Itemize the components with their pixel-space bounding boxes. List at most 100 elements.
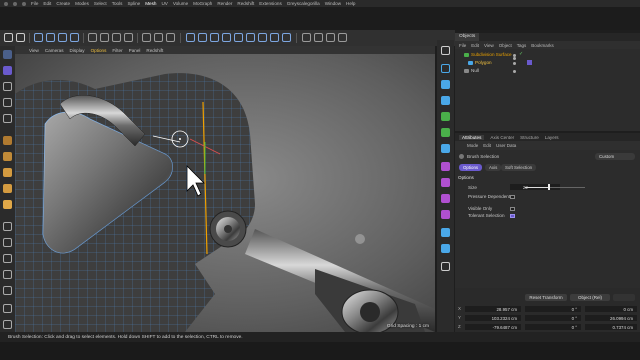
rotation-z-field[interactable]: 0 ° (525, 324, 581, 330)
workplane-mode-icon[interactable] (3, 304, 12, 313)
visibility-dot-icon[interactable] (513, 69, 516, 73)
rotate-icon[interactable] (70, 33, 79, 42)
tab-attributes[interactable]: Attributes (459, 134, 485, 140)
menu-select[interactable]: Select (94, 1, 107, 6)
pressure-dependent-checkbox[interactable] (510, 194, 515, 199)
symmetry-icon[interactable] (338, 33, 347, 42)
live-selection-icon[interactable] (3, 66, 12, 75)
attributes-menu-mode[interactable]: Mode (467, 143, 478, 148)
render-to-picture-viewer-icon[interactable] (154, 33, 163, 42)
subtab-options[interactable]: Options (459, 164, 483, 171)
coordinate-space-dropdown[interactable]: Object (Rel) (570, 294, 610, 301)
visible-only-checkbox[interactable] (510, 206, 515, 211)
rotation-y-field[interactable]: 0 ° (525, 315, 581, 321)
workplane-icon[interactable] (314, 33, 323, 42)
x-axis-icon[interactable] (88, 33, 97, 42)
edge-mode-icon[interactable] (3, 184, 12, 193)
subtab-axis[interactable]: Axis (485, 164, 502, 171)
selection-mode-icon[interactable] (3, 50, 12, 59)
move-tool-icon[interactable] (3, 82, 12, 91)
menu-help[interactable]: Help (346, 1, 355, 6)
snap-icon[interactable] (302, 33, 311, 42)
menu-tools[interactable]: Tools (112, 1, 123, 6)
visibility-dot-icon[interactable] (513, 61, 516, 65)
render-icon[interactable] (441, 262, 450, 271)
position-x-field[interactable]: 28.957 cm (465, 306, 521, 312)
objects-menu-bookmarks[interactable]: Bookmarks (531, 43, 554, 48)
menu-volume[interactable]: Volume (173, 1, 188, 6)
viewport-menu-view[interactable]: View (29, 48, 39, 53)
tab-axis-center[interactable]: Axis Center (490, 135, 514, 140)
z-axis-icon[interactable] (112, 33, 121, 42)
y-axis-icon[interactable] (100, 33, 109, 42)
objects-menu-file[interactable]: File (459, 43, 466, 48)
viewport-menu-cameras[interactable]: Cameras (45, 48, 64, 53)
redo-icon[interactable] (16, 33, 25, 42)
3d-viewport[interactable]: Grid Spacing : 1 cm (15, 54, 435, 332)
deformer-icon[interactable] (246, 33, 255, 42)
pen-icon[interactable] (198, 33, 207, 42)
terminal-icon[interactable] (3, 320, 12, 329)
viewport-menu-options[interactable]: Options (91, 48, 107, 53)
subtab-soft-selection[interactable]: Soft Selection (501, 164, 537, 171)
light-object-icon[interactable] (441, 244, 450, 253)
menu-edit[interactable]: Edit (43, 1, 51, 6)
text-icon[interactable] (441, 96, 450, 105)
preset-dropdown[interactable]: Custom (595, 153, 635, 160)
point-mode-icon[interactable] (3, 168, 12, 177)
generator-icon[interactable] (441, 112, 450, 121)
size-y-field[interactable]: 26.0994 cm (585, 315, 637, 321)
menu-modes[interactable]: Modes (75, 1, 89, 6)
menu-create[interactable]: Create (56, 1, 70, 6)
menu-spline[interactable]: Spline (127, 1, 140, 6)
rotate-tool-icon[interactable] (3, 114, 12, 123)
objects-menu-view[interactable]: View (484, 43, 494, 48)
object-row-subdivision-surface[interactable]: Subdivision Surface ✓ (455, 51, 640, 60)
apply-button[interactable] (613, 294, 635, 301)
attributes-menu-edit[interactable]: Edit (483, 143, 491, 148)
tweak-mode-icon[interactable] (3, 238, 12, 247)
undo-icon[interactable] (4, 33, 13, 42)
window-dot-icon[interactable] (13, 1, 17, 6)
render-view-icon[interactable] (142, 33, 151, 42)
enabled-check-icon[interactable]: ✓ (519, 51, 523, 57)
viewport-menu-panel[interactable]: Panel (129, 48, 141, 53)
deformer-icon[interactable] (441, 144, 450, 153)
size-x-field[interactable]: 0 cm (585, 306, 637, 312)
solo-icon[interactable] (3, 254, 12, 263)
objects-menu-tags[interactable]: Tags (517, 43, 527, 48)
menu-redshift[interactable]: Redshift (237, 1, 254, 6)
render-settings-icon[interactable] (166, 33, 175, 42)
texture-mode-icon[interactable] (3, 152, 12, 161)
window-dot-icon[interactable] (4, 1, 8, 6)
light-icon[interactable] (282, 33, 291, 42)
quantize-icon[interactable] (326, 33, 335, 42)
tab-layers[interactable]: Layers (545, 135, 559, 140)
reset-transform-button[interactable]: Reset Transform (525, 294, 567, 301)
effector-icon[interactable] (441, 178, 450, 187)
attributes-menu-user-data[interactable]: User Data (496, 143, 516, 148)
scale-icon[interactable] (58, 33, 67, 42)
subdivision-icon[interactable] (210, 33, 219, 42)
position-z-field[interactable]: -79.6487 cm (465, 324, 521, 330)
size-z-field[interactable]: 0.7374 cm (585, 324, 637, 330)
axis-mode-icon[interactable] (3, 222, 12, 231)
menu-window[interactable]: Window (325, 1, 341, 6)
grid-icon[interactable] (234, 33, 243, 42)
object-row-null[interactable]: Null (455, 67, 640, 75)
menu-uv[interactable]: UV (161, 1, 167, 6)
position-y-field[interactable]: 103.2324 cm (465, 315, 521, 321)
move-icon[interactable] (46, 33, 55, 42)
window-dot-icon[interactable] (22, 1, 26, 6)
field-icon[interactable] (441, 194, 450, 203)
snap-settings-icon[interactable] (3, 270, 12, 279)
menu-file[interactable]: File (31, 1, 38, 6)
object-row-polygon[interactable]: Polygon (455, 59, 640, 67)
menu-mograph[interactable]: MoGraph (193, 1, 212, 6)
viewport-menu-filter[interactable]: Filter (112, 48, 122, 53)
live-select-icon[interactable] (34, 33, 43, 42)
camera-icon[interactable] (270, 33, 279, 42)
subdivision-generator-icon[interactable] (441, 128, 450, 137)
camera-object-icon[interactable] (441, 228, 450, 237)
menu-mesh[interactable]: Mesh (145, 1, 156, 6)
